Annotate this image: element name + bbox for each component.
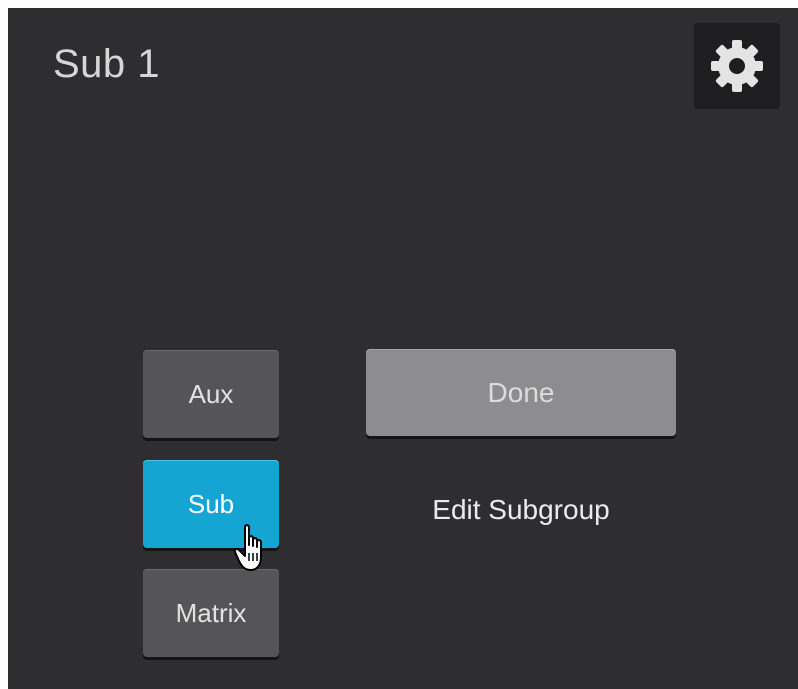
matrix-button-label: Matrix: [175, 597, 247, 628]
hand-pointer-icon: [234, 524, 262, 571]
done-button[interactable]: Done: [366, 349, 676, 436]
aux-button-label: Aux: [188, 378, 234, 409]
done-button-label: Done: [487, 376, 555, 408]
aux-button[interactable]: Aux: [143, 350, 279, 438]
matrix-button[interactable]: Matrix: [143, 569, 279, 657]
settings-button[interactable]: [694, 23, 780, 109]
sub-button-label: Sub: [187, 488, 235, 519]
edit-subgroup-caption: Edit Subgroup: [432, 494, 610, 525]
gear-icon: [711, 40, 763, 92]
sub-panel: Sub 1 Aux Sub Matrix Done Edit Subgroup: [8, 8, 798, 689]
panel-title: Sub 1: [53, 42, 161, 86]
